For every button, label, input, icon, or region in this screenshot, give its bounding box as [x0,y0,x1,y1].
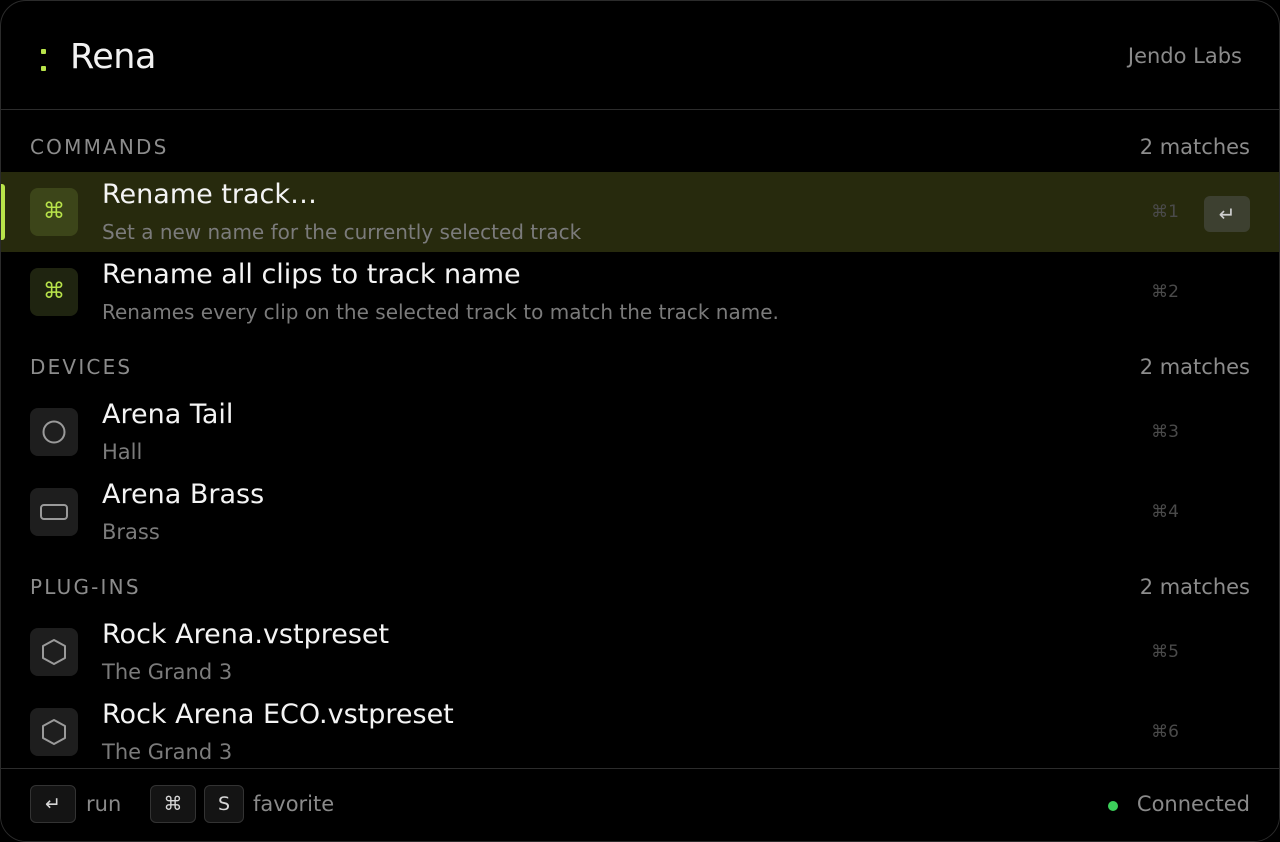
brand-label: Jendo Labs [1127,44,1242,68]
result-title: Arena Brass [102,479,265,510]
selection-accent [1,184,5,240]
result-subtitle: Hall [102,440,143,464]
s-key: S [204,785,244,823]
section-count: 2 matches [1139,135,1250,159]
section-header-devices: DEVICES 2 matches [1,347,1279,387]
section-title: COMMANDS [30,135,169,159]
section-header-commands: COMMANDS 2 matches [1,127,1279,167]
result-rename-track[interactable]: ⌘ Rename track… Set a new name for the c… [1,172,1279,252]
result-title: Rename all clips to track name [102,259,521,290]
hexagon-icon [30,708,78,756]
circle-icon [30,408,78,456]
result-rename-all-clips[interactable]: ⌘ Rename all clips to track name Renames… [1,252,1279,332]
hexagon-icon [30,628,78,676]
result-subtitle: The Grand 3 [102,660,233,684]
result-arena-brass[interactable]: Arena Brass Brass ⌘4 [1,472,1279,552]
rectangle-icon [30,488,78,536]
shortcut-hint: ⌘6 [1151,722,1179,742]
command-palette: Jendo Labs COMMANDS 2 matches ⌘ Rename t… [0,0,1280,842]
shortcut-hint: ⌘4 [1151,502,1179,522]
prompt-icon [39,41,49,77]
enter-key-icon[interactable]: ↵ [1204,196,1250,232]
result-arena-tail[interactable]: Arena Tail Hall ⌘3 [1,392,1279,472]
result-title: Arena Tail [102,399,234,430]
result-rock-arena-eco[interactable]: Rock Arena ECO.vstpreset The Grand 3 ⌘6 [1,692,1279,772]
shortcut-hint: ⌘3 [1151,422,1179,442]
result-subtitle: Set a new name for the currently selecte… [102,220,582,244]
section-title: PLUG-INS [30,575,141,599]
result-title: Rock Arena ECO.vstpreset [102,699,454,730]
shortcut-hint: ⌘2 [1151,282,1179,302]
command-key-icon: ⌘ [150,785,196,823]
result-subtitle: The Grand 3 [102,740,233,764]
shortcut-hint: ⌘1 [1151,202,1179,222]
command-icon: ⌘ [30,268,78,316]
connection-status: Connected [1136,792,1250,816]
section-header-plugins: PLUG-INS 2 matches [1,567,1279,607]
run-hint-label: run [86,792,122,816]
search-input[interactable] [70,37,870,77]
result-subtitle: Renames every clip on the selected track… [102,300,779,324]
result-title: Rename track… [102,179,318,210]
enter-key-icon: ↵ [30,785,76,823]
command-icon: ⌘ [30,188,78,236]
result-subtitle: Brass [102,520,160,544]
favorite-hint-label: favorite [253,792,335,816]
result-rock-arena[interactable]: Rock Arena.vstpreset The Grand 3 ⌘5 [1,612,1279,692]
status-dot-icon [1108,801,1118,811]
result-title: Rock Arena.vstpreset [102,619,390,650]
search-bar: Jendo Labs [1,1,1279,110]
section-title: DEVICES [30,355,133,379]
section-count: 2 matches [1139,355,1250,379]
shortcut-hint: ⌘5 [1151,642,1179,662]
section-count: 2 matches [1139,575,1250,599]
footer-bar: ↵ run ⌘ S favorite Connected [1,768,1279,841]
